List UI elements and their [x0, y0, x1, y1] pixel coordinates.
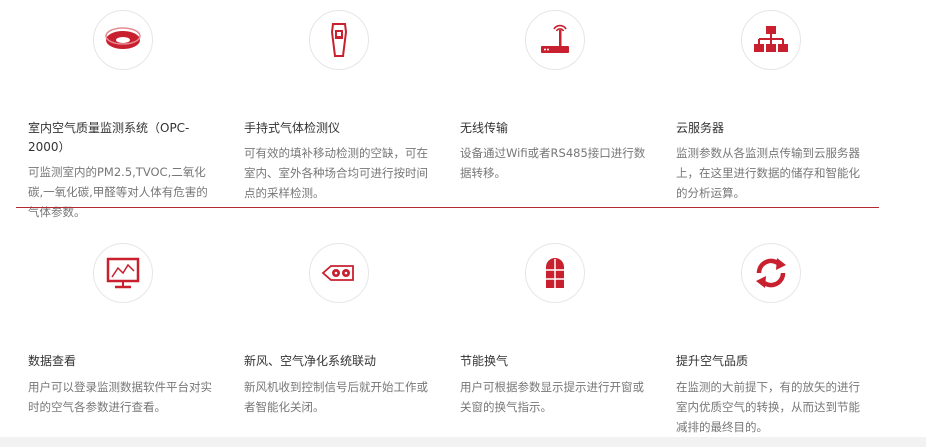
feature-title: 节能换气 — [460, 354, 509, 368]
feature-title: 提升空气品质 — [676, 354, 749, 368]
feature-title: 新风、空气净化系统联动 — [244, 354, 377, 368]
fresh-air-unit-icon — [321, 265, 354, 281]
feature-icon-circle — [741, 10, 801, 70]
feature-title: 云服务器 — [676, 121, 725, 135]
feature-title: 无线传输 — [460, 121, 509, 135]
ceiling-sensor-icon — [105, 27, 141, 49]
wireless-router-icon — [541, 24, 569, 53]
feature-icon-circle — [525, 243, 585, 303]
feature-desc: 设备通过Wifi或者RS485接口进行数据转移。 — [460, 146, 646, 180]
feature-desc: 用户可以登录监测数据软件平台对实时的空气各参数进行查看。 — [28, 380, 212, 414]
feature-icon-circle — [309, 243, 369, 303]
feature-icon-circle — [93, 10, 153, 70]
feature-desc: 可监测室内的PM2.5,TVOC,二氧化碳,一氧化碳,甲醛等对人体有危害的气体参… — [28, 165, 208, 219]
feature-desc: 可有效的填补移动检测的空缺，可在室内、室外各种场合均可进行按时间点的采样检测。 — [244, 146, 428, 200]
feature-desc: 在监测的大前提下，有的放矢的进行室内优质空气的转换，从而达到节能减排的最终目的。 — [676, 380, 860, 434]
feature-title: 手持式气体检测仪 — [244, 121, 341, 135]
feature-icon-circle — [309, 10, 369, 70]
feature-title: 数据查看 — [28, 354, 77, 368]
feature-desc: 用户可根据参数显示提示进行开窗或关窗的换气指示。 — [460, 380, 644, 414]
monitor-chart-icon — [106, 257, 140, 289]
window-icon — [546, 258, 564, 288]
feature-icon-circle — [741, 243, 801, 303]
refresh-cycle-icon — [756, 258, 786, 288]
row-divider — [16, 207, 879, 208]
feature-icon-circle — [525, 10, 585, 70]
feature-desc: 新风机收到控制信号后就开始工作或者智能化关闭。 — [244, 380, 428, 414]
handheld-detector-icon — [330, 23, 348, 57]
feature-desc: 监测参数从各监测点传输到云服务器上，在这里进行数据的储存和智能化的分析运算。 — [676, 146, 860, 200]
feature-title: 室内空气质量监测系统（OPC-2000） — [28, 121, 190, 154]
server-network-icon — [754, 26, 788, 52]
footer-strip — [0, 437, 926, 447]
feature-icon-circle — [93, 243, 153, 303]
feature-grid: 室内空气质量监测系统（OPC-2000） 可监测室内的PM2.5,TVOC,二氧… — [0, 0, 926, 447]
